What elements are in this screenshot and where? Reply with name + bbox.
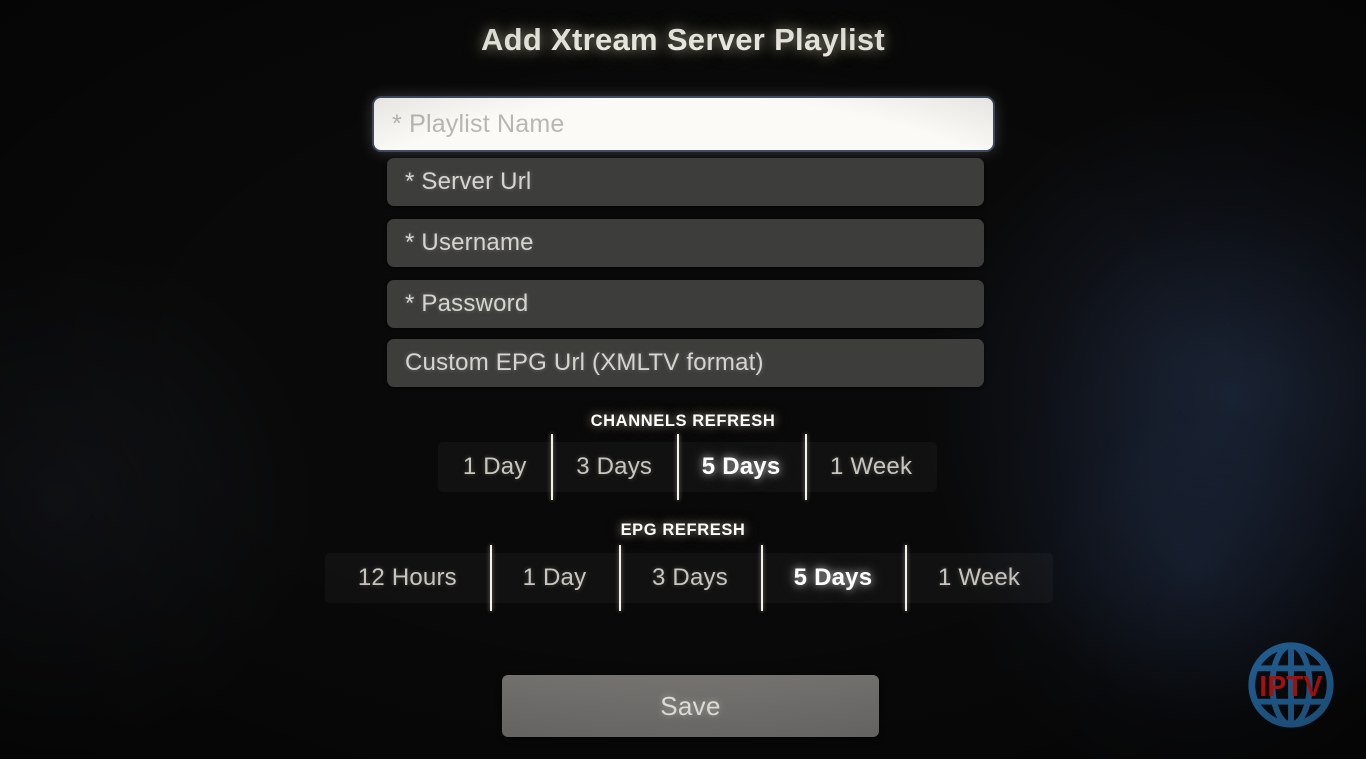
channels-refresh-option-3-days[interactable]: 3 Days <box>551 434 677 500</box>
epg-refresh-option-1-day[interactable]: 1 Day <box>489 545 619 611</box>
playlist-name-input[interactable]: * Playlist Name <box>374 98 993 150</box>
username-input[interactable]: * Username <box>387 219 984 267</box>
epg-refresh-option-12-hours[interactable]: 12 Hours <box>325 553 490 603</box>
epg-refresh-label: EPG REFRESH <box>620 521 746 539</box>
channels-refresh-segmented-control[interactable]: 1 Day 3 Days 5 Days 1 Week <box>438 434 937 500</box>
channels-refresh-label: CHANNELS REFRESH <box>590 412 776 430</box>
add-playlist-screen: Add Xtream Server Playlist * Playlist Na… <box>0 0 1366 759</box>
channels-refresh-option-1-day[interactable]: 1 Day <box>438 442 551 492</box>
password-input[interactable]: * Password <box>387 280 984 328</box>
save-button[interactable]: Save <box>502 675 879 737</box>
tv-screen: Add Xtream Server Playlist * Playlist Na… <box>0 0 1366 759</box>
server-url-input[interactable]: * Server Url <box>387 158 984 206</box>
epg-refresh-option-3-days[interactable]: 3 Days <box>619 545 761 611</box>
channels-refresh-option-1-week[interactable]: 1 Week <box>805 434 937 500</box>
page-title: Add Xtream Server Playlist <box>480 22 886 57</box>
iptv-logo-text: IPTV <box>1259 671 1322 703</box>
epg-refresh-segmented-control[interactable]: 12 Hours 1 Day 3 Days 5 Days 1 Week <box>325 545 1053 611</box>
channels-refresh-option-5-days[interactable]: 5 Days <box>676 434 805 500</box>
iptv-logo: IPTV <box>1242 636 1340 734</box>
epg-refresh-option-5-days[interactable]: 5 Days <box>760 545 905 611</box>
epg-refresh-option-1-week[interactable]: 1 Week <box>905 545 1053 611</box>
custom-epg-url-input[interactable]: Custom EPG Url (XMLTV format) <box>387 339 984 387</box>
